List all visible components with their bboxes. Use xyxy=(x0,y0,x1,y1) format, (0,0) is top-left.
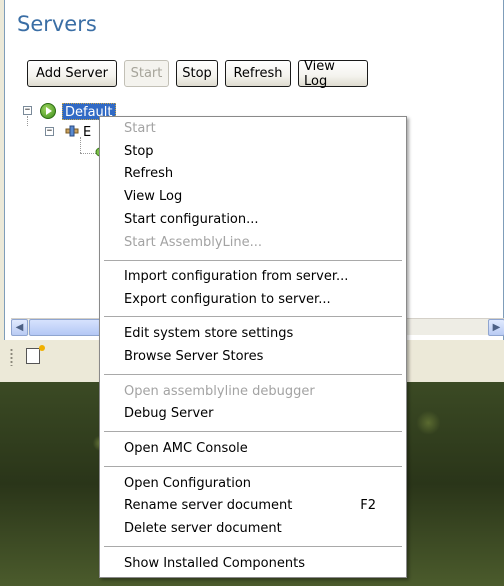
menu-item-browse-server-stores[interactable]: Browse Server Stores xyxy=(102,346,404,368)
menu-item-start-configuration[interactable]: Start configuration... xyxy=(102,209,404,231)
menu-separator xyxy=(104,466,402,468)
menu-item-view-log[interactable]: View Log xyxy=(102,186,404,208)
refresh-button[interactable]: Refresh xyxy=(225,60,291,87)
menu-separator xyxy=(104,316,402,318)
menu-item-label: Browse Server Stores xyxy=(124,349,264,364)
menu-item-label: Import configuration from server... xyxy=(124,269,349,284)
menu-item-label: Show Installed Components xyxy=(124,556,305,571)
menu-separator xyxy=(104,431,402,433)
menu-item-export-configuration-to-server[interactable]: Export configuration to server... xyxy=(102,289,404,311)
menu-item-label: Start AssemblyLine... xyxy=(124,235,263,250)
start-button[interactable]: Start xyxy=(124,60,169,87)
context-menu: Start Stop Refresh View Log Start configurat… xyxy=(99,116,407,578)
menu-item-label: View Log xyxy=(124,189,183,204)
menu-item-delete-server-document[interactable]: Delete server document xyxy=(102,518,404,540)
connector-icon xyxy=(65,125,79,137)
menu-item-label: Refresh xyxy=(124,166,174,181)
menu-item-label: Rename server document xyxy=(124,498,293,513)
toolbar-grip[interactable] xyxy=(10,348,13,366)
menu-item-label: Stop xyxy=(124,144,154,159)
scroll-right-icon[interactable]: ▶ xyxy=(488,319,504,336)
menu-item-label: Open assemblyline debugger xyxy=(124,384,315,399)
menu-item-start[interactable]: Start xyxy=(102,118,404,140)
menu-item-open-configuration[interactable]: Open Configuration xyxy=(102,473,404,495)
tree-line xyxy=(27,116,28,126)
menu-item-label: Start configuration... xyxy=(124,212,259,227)
menu-item-rename-server-document[interactable]: Rename server document F2 xyxy=(102,495,404,517)
child-expander[interactable]: − xyxy=(45,127,54,136)
stop-button[interactable]: Stop xyxy=(176,60,218,87)
menu-separator xyxy=(104,374,402,376)
root-expander[interactable]: − xyxy=(23,106,32,115)
menu-separator xyxy=(104,546,402,548)
menu-item-stop[interactable]: Stop xyxy=(102,141,404,163)
menu-item-show-installed-components[interactable]: Show Installed Components xyxy=(102,553,404,575)
tree-node-child[interactable]: E xyxy=(83,125,91,141)
menu-item-label: Open AMC Console xyxy=(124,441,248,456)
play-circle-icon xyxy=(40,103,56,119)
menu-item-label: Start xyxy=(124,121,156,136)
menu-item-label: Delete server document xyxy=(124,521,282,536)
menu-item-start-assemblyline[interactable]: Start AssemblyLine... xyxy=(102,232,404,254)
scroll-left-icon[interactable]: ◀ xyxy=(11,319,28,336)
menu-separator xyxy=(104,260,402,262)
menu-item-label: Edit system store settings xyxy=(124,326,294,341)
menu-item-edit-system-store-settings[interactable]: Edit system store settings xyxy=(102,323,404,345)
menu-item-debug-server[interactable]: Debug Server xyxy=(102,403,404,425)
menu-item-open-assemblyline-debugger[interactable]: Open assemblyline debugger xyxy=(102,381,404,403)
add-server-button[interactable]: Add Server xyxy=(27,60,117,87)
menu-item-label: Debug Server xyxy=(124,406,214,421)
menu-item-label: Open Configuration xyxy=(124,476,252,491)
menu-item-open-amc-console[interactable]: Open AMC Console xyxy=(102,438,404,460)
menu-item-refresh[interactable]: Refresh xyxy=(102,163,404,185)
tree-line xyxy=(80,137,81,153)
view-log-button[interactable]: View Log xyxy=(298,59,368,89)
menu-item-import-configuration-from-server[interactable]: Import configuration from server... xyxy=(102,266,404,288)
new-item-icon[interactable] xyxy=(26,345,45,364)
menu-item-label: Export configuration to server... xyxy=(124,292,331,307)
scroll-thumb[interactable] xyxy=(29,319,109,336)
menu-item-shortcut: F2 xyxy=(360,498,376,513)
page-title: Servers xyxy=(17,12,97,36)
